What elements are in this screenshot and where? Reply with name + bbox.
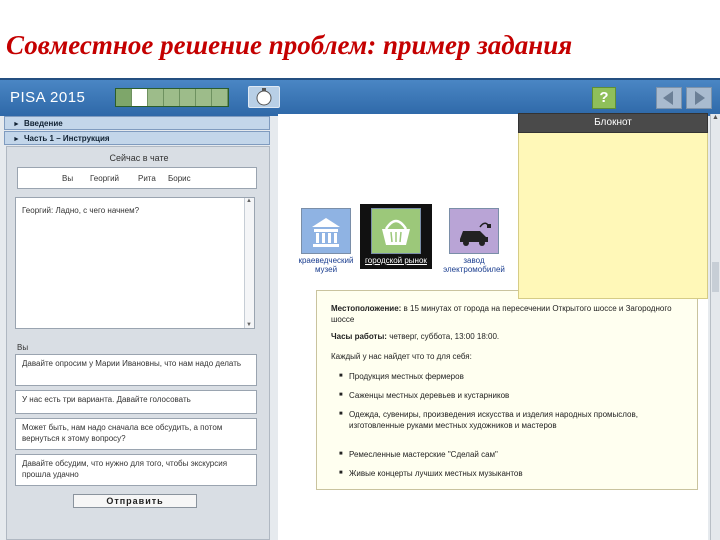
place-market-label: городской рынок bbox=[365, 256, 427, 265]
progress-bar bbox=[115, 88, 229, 107]
chat-log[interactable]: Георгий: Ладно, с чего начнем? ▲ ▼ bbox=[15, 197, 255, 329]
chat-speaker: Георгий: bbox=[22, 206, 54, 215]
chat-option-1[interactable]: Давайте опросим у Марии Ивановны, что на… bbox=[15, 354, 257, 386]
place-museum-label: краеведческий музей bbox=[298, 256, 354, 274]
place-market[interactable]: городской рынок bbox=[360, 204, 432, 269]
clock-icon bbox=[256, 88, 272, 106]
hours-text: четверг, суббота, 13:00 18:00. bbox=[389, 332, 500, 341]
museum-icon bbox=[312, 218, 340, 247]
chat-title: Сейчас в чате bbox=[109, 153, 169, 163]
location-label: Местоположение: bbox=[331, 304, 402, 313]
section-part1[interactable]: ► Часть 1 – Инструкция bbox=[4, 131, 270, 145]
participant-you: Вы bbox=[62, 174, 74, 183]
chat-text: Ладно, с чего начнем? bbox=[55, 206, 140, 215]
place-ev-factory-label: завод электромобилей bbox=[443, 256, 505, 274]
section-intro-label: Введение bbox=[23, 119, 63, 128]
page-scrollbar[interactable]: ▲ bbox=[710, 114, 720, 540]
participant-georgy: Георгий bbox=[90, 174, 119, 183]
nav-forward-button[interactable] bbox=[686, 87, 712, 109]
scroll-up-icon: ▲ bbox=[246, 198, 252, 204]
scrollbar-thumb[interactable] bbox=[712, 262, 719, 292]
hours-paragraph: Часы работы: четверг, суббота, 13:00 18:… bbox=[331, 331, 681, 342]
chat-option-2[interactable]: У нас есть три варианта. Давайте голосов… bbox=[15, 390, 257, 414]
museum-tile bbox=[301, 208, 351, 254]
participants-list: Вы Георгий Рита Борис bbox=[17, 167, 257, 189]
info-list-item: Живые концерты лучших местных музыкантов bbox=[339, 468, 689, 479]
participant-rita: Рита bbox=[138, 174, 156, 183]
place-info-box: Местоположение: в 15 минутах от города н… bbox=[316, 290, 698, 490]
intro-paragraph: Каждый у нас найдет что то для себя: bbox=[331, 352, 472, 361]
progress-segment bbox=[164, 89, 180, 106]
chevron-right-icon: ► bbox=[13, 136, 20, 143]
scroll-up-icon: ▲ bbox=[712, 114, 719, 121]
info-list-item: Ремесленные мастерские "Сделай сам" bbox=[339, 449, 689, 460]
chat-option-4[interactable]: Давайте обсудим, что нужно для того, что… bbox=[15, 454, 257, 486]
section-part1-label: Часть 1 – Инструкция bbox=[23, 134, 110, 143]
send-button[interactable]: Отправить bbox=[73, 494, 197, 508]
help-button[interactable]: ? bbox=[592, 87, 616, 109]
progress-segment bbox=[180, 89, 196, 106]
scroll-down-icon: ▼ bbox=[246, 322, 252, 328]
notepad: Блокнот bbox=[518, 113, 708, 299]
notepad-textarea[interactable] bbox=[518, 133, 708, 299]
electric-car-icon bbox=[460, 222, 491, 246]
progress-segment bbox=[148, 89, 164, 106]
slide-title: Совместное решение проблем: пример задан… bbox=[6, 30, 573, 60]
top-bar: PISA 2015 ? bbox=[0, 78, 720, 116]
pisa-logo: PISA 2015 bbox=[10, 89, 86, 106]
timer-button[interactable] bbox=[248, 86, 280, 108]
chat-panel: Сейчас в чате Вы Георгий Рита Борис Геор… bbox=[6, 146, 270, 540]
notepad-title: Блокнот bbox=[518, 113, 708, 133]
participant-boris: Борис bbox=[168, 174, 191, 183]
place-ev-factory[interactable]: завод электромобилей bbox=[438, 208, 510, 274]
chevron-right-icon: ► bbox=[13, 121, 20, 128]
progress-segment-current bbox=[132, 89, 148, 106]
progress-segment bbox=[196, 89, 212, 106]
info-list-item: Одежда, сувениры, произведения искусства… bbox=[339, 409, 689, 431]
chat-message: Георгий: Ладно, с чего начнем? bbox=[22, 206, 139, 215]
location-paragraph: Местоположение: в 15 минутах от города н… bbox=[331, 303, 681, 325]
hours-label: Часы работы: bbox=[331, 332, 387, 341]
arrow-right-icon bbox=[695, 91, 705, 105]
arrow-left-icon bbox=[663, 91, 673, 105]
info-list-item: Саженцы местных деревьев и кустарников bbox=[339, 390, 689, 401]
progress-segment bbox=[212, 89, 228, 106]
progress-segment bbox=[116, 89, 132, 106]
chat-option-3[interactable]: Может быть, нам надо сначала все обсудит… bbox=[15, 418, 257, 450]
you-label: Вы bbox=[17, 343, 29, 352]
ev-factory-tile bbox=[449, 208, 499, 254]
market-tile bbox=[371, 208, 421, 254]
place-museum[interactable]: краеведческий музей bbox=[290, 208, 362, 274]
chat-scrollbar[interactable]: ▲ ▼ bbox=[244, 198, 254, 328]
section-intro[interactable]: ► Введение bbox=[4, 116, 270, 130]
basket-icon bbox=[382, 219, 410, 245]
nav-back-button[interactable] bbox=[656, 87, 682, 109]
info-list-item: Продукция местных фермеров bbox=[339, 371, 689, 382]
